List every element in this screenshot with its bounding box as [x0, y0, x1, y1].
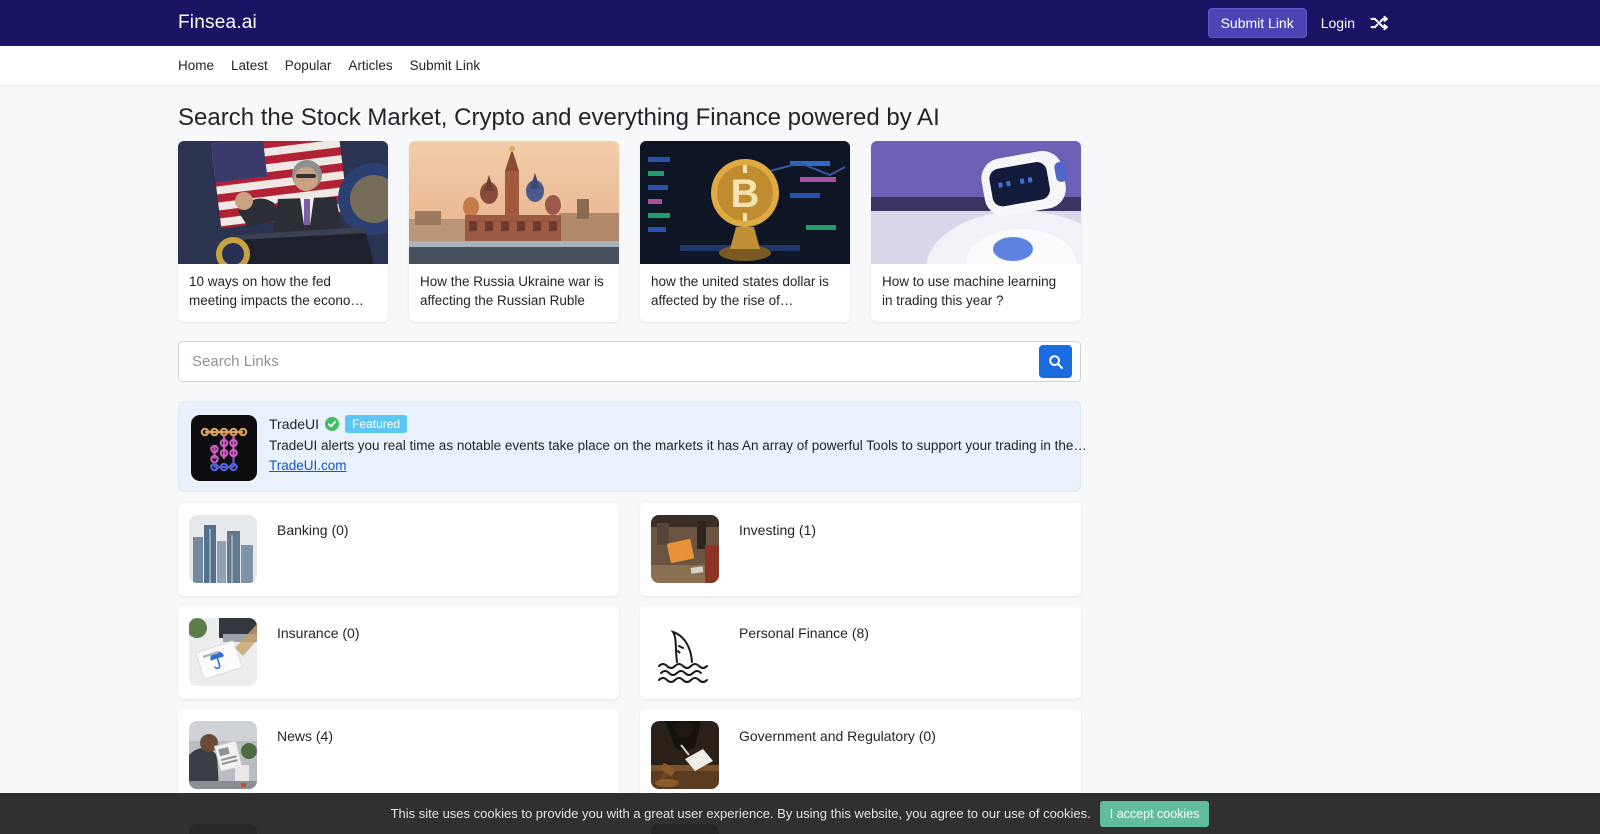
article-card-us-dollar[interactable]: B how the united states dollar is affect… — [640, 141, 850, 323]
article-title: How to use machine learning in trading t… — [882, 274, 1057, 308]
category-label: Investing (1) — [739, 522, 817, 539]
category-card-government[interactable]: Government and Regulatory (0) — [640, 709, 1081, 803]
cookie-message: This site uses cookies to provide you wi… — [390, 806, 1091, 821]
white-robot-image — [871, 141, 1081, 264]
category-grid: Banking (0) Investing (1) Insurance (0) … — [178, 503, 1081, 834]
featured-name: TradeUI — [269, 416, 320, 433]
category-label: Personal Finance (8) — [739, 625, 869, 642]
fed-chair-press-conference-image — [178, 141, 388, 264]
st-basils-cathedral-image — [409, 141, 619, 264]
verified-check-icon — [325, 417, 340, 432]
article-card-fed-meeting[interactable]: 10 ways on how the fed meeting impacts t… — [178, 141, 388, 323]
category-card-investing[interactable]: Investing (1) — [640, 503, 1081, 597]
shark-fin-line-drawing-image — [651, 618, 719, 687]
document-signing-gavel-image — [651, 721, 719, 790]
nav-item-articles[interactable]: Articles — [348, 58, 392, 73]
svg-text:B: B — [731, 172, 760, 216]
home-trading-desk-image — [651, 515, 719, 584]
accept-cookies-button[interactable]: I accept cookies — [1099, 800, 1210, 827]
category-card-personal-finance[interactable]: Personal Finance (8) — [640, 606, 1081, 700]
featured-badge: Featured — [345, 415, 408, 434]
golden-bitcoin-image: B — [640, 141, 850, 264]
featured-description: TradeUI alerts you real time as notable … — [269, 438, 1087, 454]
category-label: Banking (0) — [277, 522, 349, 539]
nav-item-submit-link[interactable]: Submit Link — [410, 58, 481, 73]
cookie-consent-bar: This site uses cookies to provide you wi… — [0, 793, 1600, 834]
featured-listing-card[interactable]: TradeUI Featured TradeUI alerts you real… — [178, 401, 1087, 493]
insurance-paper-umbrella-image — [189, 618, 257, 687]
article-title: 10 ways on how the fed meeting impacts t… — [189, 274, 364, 308]
page-title: Search the Stock Market, Crypto and ever… — [178, 104, 940, 131]
category-card-news[interactable]: News (4) — [178, 709, 619, 803]
nav-item-popular[interactable]: Popular — [285, 58, 332, 73]
article-title: how the united states dollar is affected… — [651, 274, 829, 308]
shuffle-icon[interactable] — [1369, 13, 1389, 33]
nav-item-home[interactable]: Home — [178, 58, 214, 73]
article-card-russia-ukraine[interactable]: How the Russia Ukraine war is affecting … — [409, 141, 619, 323]
city-skyscrapers-image — [189, 515, 257, 584]
main-nav: Home Latest Popular Articles Submit Link — [0, 46, 1600, 86]
nav-item-latest[interactable]: Latest — [231, 58, 268, 73]
brand-logo[interactable]: Finsea.ai — [178, 12, 257, 34]
person-reading-newspaper-image — [189, 721, 257, 790]
submit-link-button[interactable]: Submit Link — [1207, 8, 1307, 38]
search-icon — [1048, 354, 1063, 369]
search-button[interactable] — [1039, 345, 1072, 379]
category-card-banking[interactable]: Banking (0) — [178, 503, 619, 597]
search-input[interactable] — [178, 341, 1081, 383]
featured-site-link[interactable]: TradeUI.com — [269, 458, 347, 473]
content-container: Search the Stock Market, Crypto and ever… — [178, 104, 1087, 834]
article-title: How the Russia Ukraine war is affecting … — [420, 274, 604, 308]
category-label: News (4) — [277, 728, 334, 745]
article-card-machine-learning[interactable]: How to use machine learning in trading t… — [871, 141, 1081, 323]
top-header: Finsea.ai Submit Link Login — [0, 0, 1600, 46]
tradeui-logo-icon — [191, 415, 257, 482]
category-label: Insurance (0) — [277, 625, 360, 642]
category-card-insurance[interactable]: Insurance (0) — [178, 606, 619, 700]
category-label: Government and Regulatory (0) — [739, 728, 936, 745]
search-bar — [178, 341, 1081, 383]
login-link[interactable]: Login — [1321, 15, 1355, 31]
featured-articles-row: 10 ways on how the fed meeting impacts t… — [178, 141, 1081, 323]
